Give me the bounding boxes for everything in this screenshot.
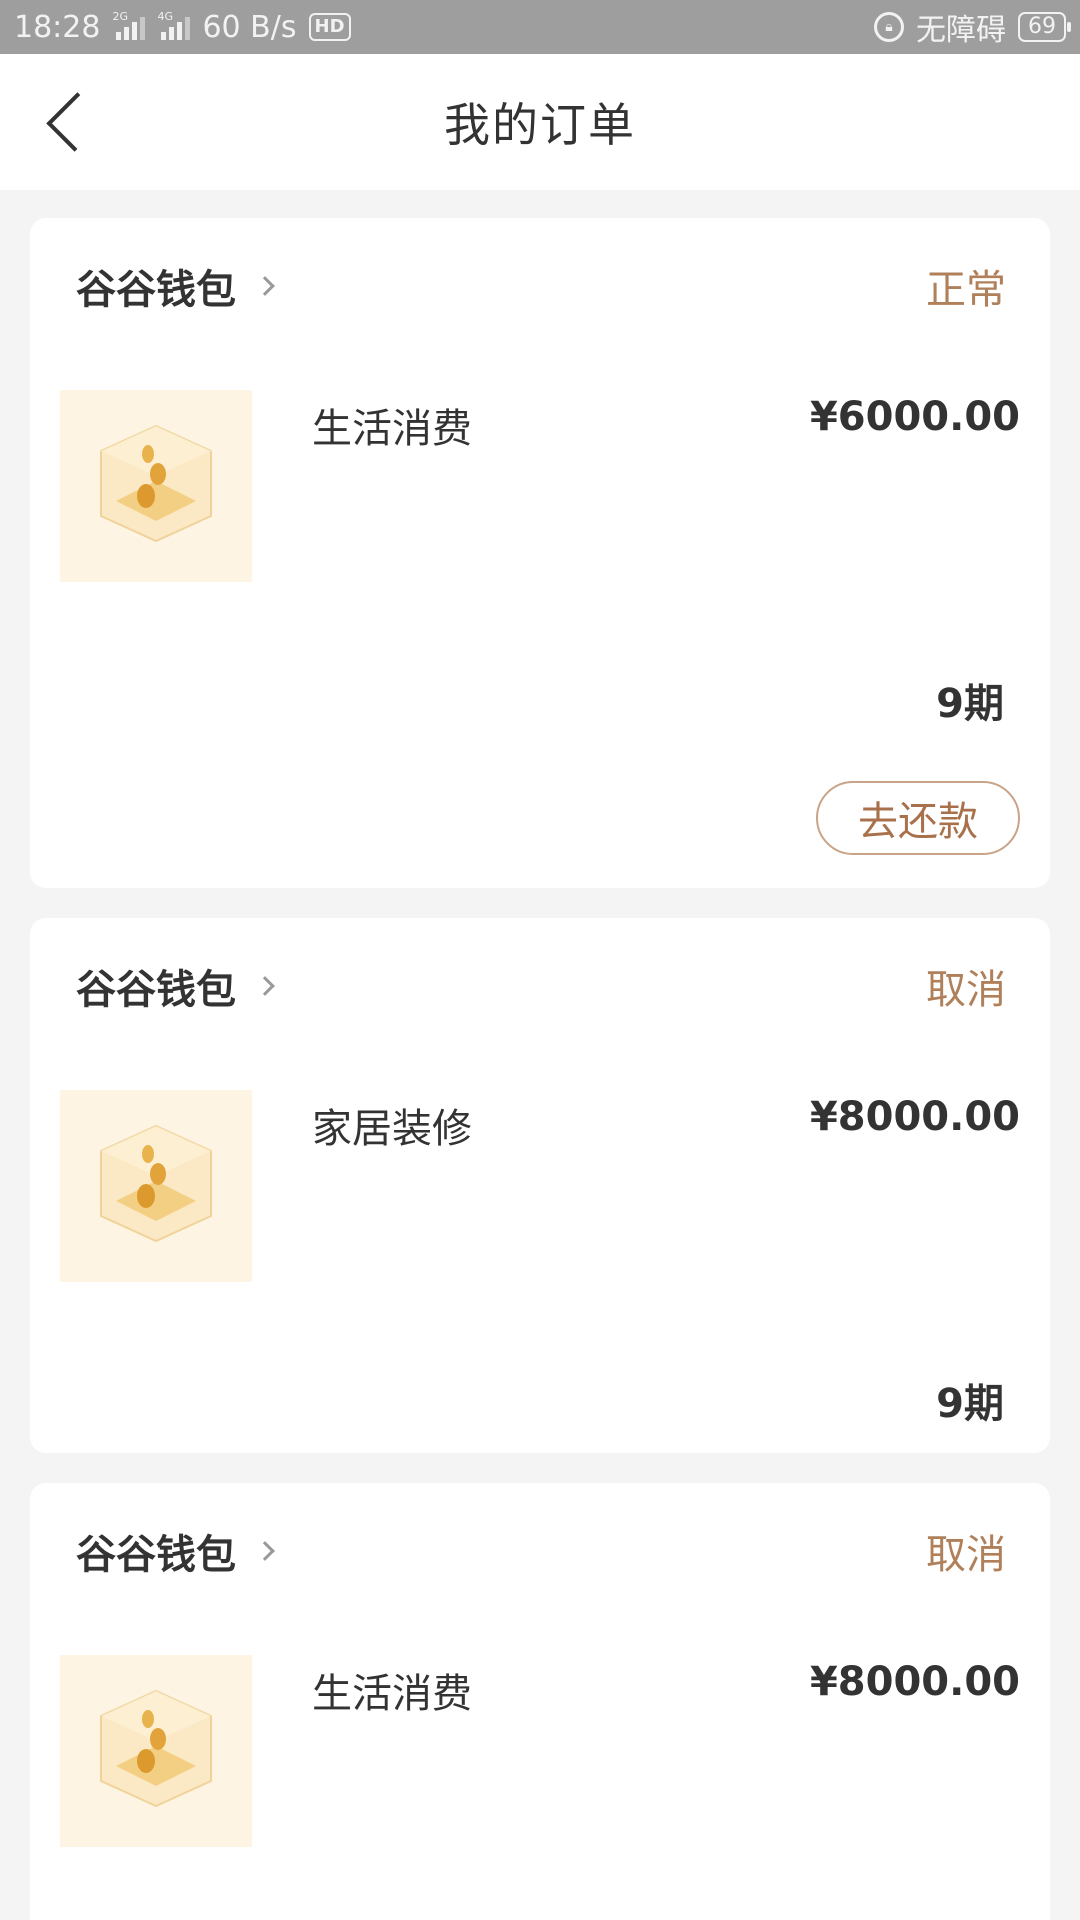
clock: 18:28 <box>14 9 101 45</box>
product-name: 生活消费 <box>312 406 472 452</box>
accessibility-label: 无障碍 <box>916 13 1006 48</box>
network-2g-label: 2G <box>112 10 128 23</box>
product-thumbnail <box>60 390 252 582</box>
order-card[interactable]: 谷谷钱包 取消 家居装修 ¥8000.00 9期 <box>30 918 1050 1453</box>
order-amount: ¥6000.00 <box>809 394 1020 440</box>
repay-button[interactable]: 去还款 <box>816 781 1020 855</box>
order-amount: ¥8000.00 <box>809 1659 1020 1705</box>
status-bar-right: 🔒︎ 无障碍 69 <box>874 5 1071 49</box>
product-name: 家居装修 <box>312 1106 472 1152</box>
hd-voice-icon: HD <box>308 13 351 41</box>
accessibility-lock-icon: 🔒︎ <box>874 12 904 42</box>
product-thumbnail <box>60 1655 252 1847</box>
order-status: 正常 <box>926 267 1006 313</box>
page-title: 我的订单 <box>444 98 636 152</box>
installment-periods: 9期 <box>936 1381 1004 1427</box>
merchant-link[interactable]: 谷谷钱包 <box>76 257 275 315</box>
battery-icon: 69 <box>1018 12 1071 42</box>
chevron-right-icon <box>255 1541 275 1561</box>
merchant-name: 谷谷钱包 <box>76 967 236 1013</box>
order-card-header: 谷谷钱包 取消 <box>76 1521 1006 1581</box>
order-card[interactable]: 谷谷钱包 取消 生活消费 ¥8000.00 <box>30 1483 1050 1920</box>
product-thumbnail <box>60 1090 252 1282</box>
chevron-right-icon <box>255 976 275 996</box>
status-bar-left: 18:28 2G 4G 60 B/s HD <box>14 10 351 45</box>
order-card-header: 谷谷钱包 正常 <box>76 256 1006 316</box>
signal-4g-icon: 4G <box>157 10 191 40</box>
back-button[interactable] <box>40 90 96 154</box>
network-speed: 60 B/s <box>202 9 297 45</box>
order-amount: ¥8000.00 <box>809 1094 1020 1140</box>
chevron-right-icon <box>255 276 275 296</box>
coin-box-icon <box>100 1689 212 1808</box>
order-card[interactable]: 谷谷钱包 正常 生活消费 ¥6000.00 9期 去还款 <box>30 218 1050 888</box>
merchant-name: 谷谷钱包 <box>76 1532 236 1578</box>
coin-box-icon <box>100 424 212 543</box>
product-name: 生活消费 <box>312 1671 472 1717</box>
signal-2g-icon: 2G <box>112 10 146 40</box>
status-bar: 18:28 2G 4G 60 B/s HD 🔒︎ 无障碍 69 <box>0 0 1080 54</box>
installment-periods: 9期 <box>936 681 1004 727</box>
merchant-link[interactable]: 谷谷钱包 <box>76 957 275 1015</box>
order-status: 取消 <box>926 1532 1006 1578</box>
order-list: 谷谷钱包 正常 生活消费 ¥6000.00 9期 去还款 谷谷钱包 取消 家居装… <box>30 218 1050 1920</box>
merchant-link[interactable]: 谷谷钱包 <box>76 1522 275 1580</box>
coin-box-icon <box>100 1124 212 1243</box>
network-4g-label: 4G <box>157 10 173 23</box>
app-header: 我的订单 <box>0 54 1080 190</box>
order-card-header: 谷谷钱包 取消 <box>76 956 1006 1016</box>
merchant-name: 谷谷钱包 <box>76 267 236 313</box>
order-status: 取消 <box>926 967 1006 1013</box>
